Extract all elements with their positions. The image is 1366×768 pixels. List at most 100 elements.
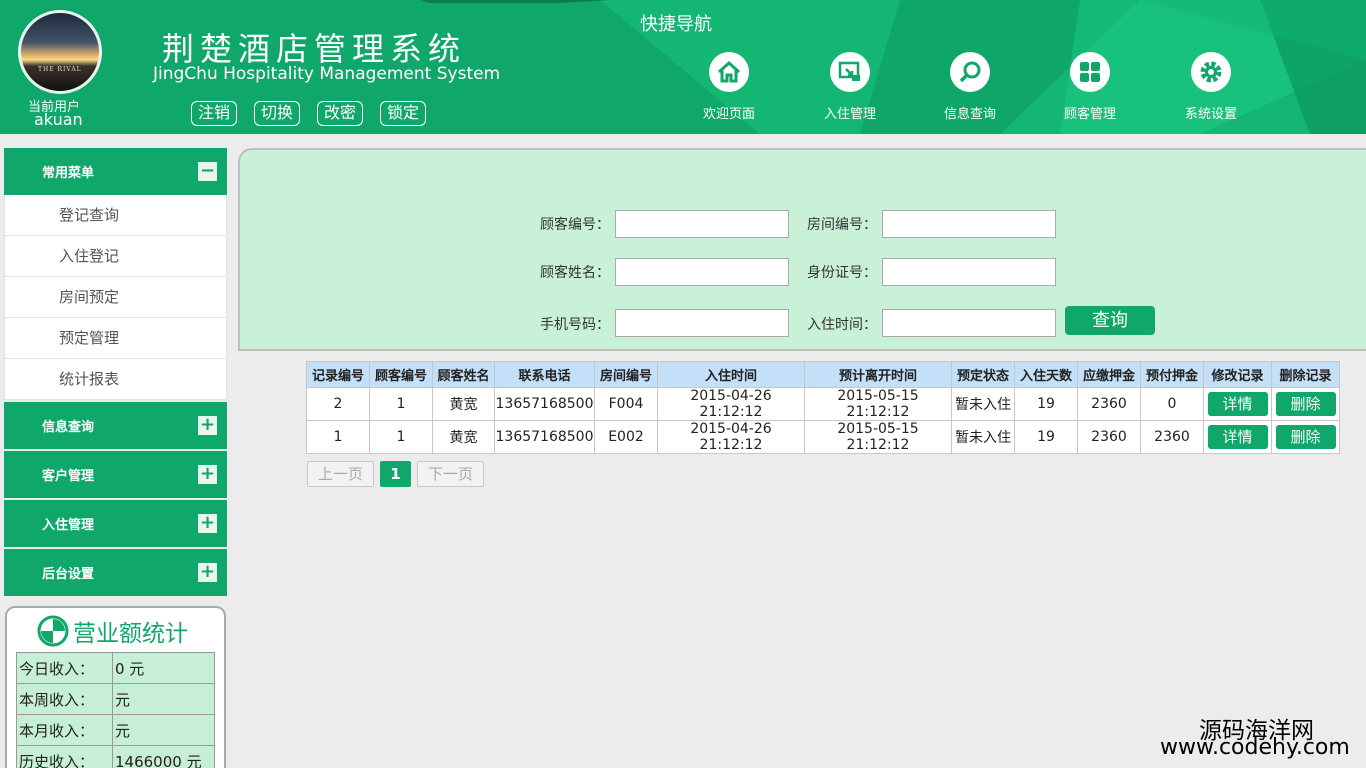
cell-deposit-due: 2360 [1077,420,1141,454]
col-header: 顾客编号 [369,361,433,388]
query-button[interactable]: 查询 [1065,306,1155,335]
col-header: 预定状态 [951,361,1015,388]
pie-chart-icon [37,615,69,647]
col-header: 删除记录 [1271,361,1340,388]
table-header-row: 记录编号 顾客编号 顾客姓名 联系电话 房间编号 入住时间 预计离开时间 预定状… [306,361,1340,388]
delete-button[interactable]: 删除 [1275,392,1336,416]
nav-info-query[interactable]: 信息查询 [930,52,1010,122]
col-header: 联系电话 [494,361,595,388]
cell-customer-name: 黄宽 [432,387,495,421]
stat-key: 本月收入： [16,714,113,746]
prev-page-button[interactable]: 上一页 [307,461,375,487]
nav-customer-mgmt-label: 顾客管理 [1063,107,1116,122]
sidebar-section-common[interactable]: 常用菜单 − [4,148,227,195]
nav-customer-mgmt[interactable]: 顾客管理 [1050,52,1130,122]
revenue-stats-panel: 营业额统计 今日收入： 0 元 本周收入：元 本月收入：元 历史收入： 146600… [5,606,226,768]
expand-icon[interactable]: + [198,465,217,484]
header-actions: 注销 切换 改密 锁定 [191,101,427,126]
cell-status: 暂未入住 [951,420,1015,454]
stat-key: 历史收入： [16,745,113,768]
sidebar-section-title: 入住管理 [42,518,95,533]
cell-room-id: F004 [594,387,658,421]
sidebar-submenu: 登记查询 入住登记 房间预定 预定管理 统计报表 [4,195,227,400]
header: THE RIVAL 当前用户 akuan 荆楚酒店管理系统 JingChu Ho… [0,0,1366,134]
nav-welcome[interactable]: 欢迎页面 [689,52,769,122]
sidebar-section-backend-settings[interactable]: 后台设置 + [4,549,227,596]
table-row: 本周收入：元 [16,683,215,715]
room-id-input[interactable] [882,210,1056,238]
gear-icon [1191,52,1231,92]
col-header: 修改记录 [1203,361,1272,388]
checkin-time-input[interactable] [882,309,1056,337]
cell-checkin-time: 2015-04-26 21:12:12 [657,387,805,421]
cell-customer-id: 1 [369,387,433,421]
checkin-icon [830,52,870,92]
sidebar-section-info-query[interactable]: 信息查询 + [4,402,227,449]
stat-value: 元 [112,683,215,715]
table-row: 今日收入： 0 元 [16,652,215,684]
next-page-button[interactable]: 下一页 [417,461,485,487]
revenue-stats-title-text: 营业额统计 [73,621,188,647]
cell-checkin-time: 2015-04-26 21:12:12 [657,420,805,454]
nav-checkin[interactable]: 入住管理 [810,52,890,122]
cell-room-id: E002 [594,420,658,454]
sidebar-item-reservation-mgmt[interactable]: 预定管理 [4,318,227,359]
expand-icon[interactable]: + [198,514,217,533]
cell-days: 19 [1014,387,1078,421]
logout-button[interactable]: 注销 [191,101,238,126]
customer-id-input[interactable] [615,210,789,238]
col-header: 记录编号 [306,361,370,388]
col-header: 应缴押金 [1077,361,1141,388]
cell-customer-id: 1 [369,420,433,454]
cell-expected-leave: 2015-05-15 21:12:12 [804,420,952,454]
table-row: 本月收入：元 [16,714,215,746]
col-header: 房间编号 [594,361,658,388]
cell-expected-leave: 2015-05-15 21:12:12 [804,387,952,421]
revenue-stats-title: 营业额统计 [37,614,188,648]
cell-delete: 删除 [1271,387,1340,421]
detail-button[interactable]: 详情 [1207,392,1268,416]
expand-icon[interactable]: + [198,563,217,582]
cell-delete: 删除 [1271,420,1340,454]
phone-label: 手机号码： [540,317,610,333]
lock-button[interactable]: 锁定 [380,101,427,126]
sidebar-item-checkin-registration[interactable]: 入住登记 [4,236,227,277]
stat-value: 1466000 元 [112,745,215,768]
sidebar-section-checkin-mgmt[interactable]: 入住管理 + [4,500,227,547]
page-number-current[interactable]: 1 [380,461,412,487]
current-user-name: akuan [34,110,83,129]
cell-deposit-paid: 0 [1140,387,1204,421]
delete-button[interactable]: 删除 [1275,425,1336,449]
detail-button[interactable]: 详情 [1207,425,1268,449]
sidebar-section-customer-mgmt[interactable]: 客户管理 + [4,451,227,498]
table-row: 1 1 黄宽 13657168500 E002 2015-04-26 21:12… [306,420,1340,454]
nav-info-query-label: 信息查询 [943,107,996,122]
records-table: 记录编号 顾客编号 顾客姓名 联系电话 房间编号 入住时间 预计离开时间 预定状… [306,361,1340,454]
cell-deposit-paid: 2360 [1140,420,1204,454]
collapse-icon[interactable]: − [198,162,217,181]
change-password-button[interactable]: 改密 [317,101,364,126]
sidebar-item-statistics[interactable]: 统计报表 [4,359,227,400]
col-header: 入住时间 [657,361,805,388]
expand-icon[interactable]: + [198,416,217,435]
sidebar-section-title: 后台设置 [42,567,95,582]
revenue-stats-table: 今日收入： 0 元 本周收入：元 本月收入：元 历史收入： 1466000 元 [16,652,215,768]
stat-value: 0 元 [112,652,215,684]
sidebar-item-registration-query[interactable]: 登记查询 [4,195,227,236]
nav-system-settings-label: 系统设置 [1184,107,1237,122]
cell-days: 19 [1014,420,1078,454]
sidebar-item-room-reservation[interactable]: 房间预定 [4,277,227,318]
customer-name-input[interactable] [615,258,789,286]
switch-user-button[interactable]: 切换 [254,101,301,126]
phone-input[interactable] [615,309,789,337]
cell-phone: 13657168500 [494,420,595,454]
nav-system-settings[interactable]: 系统设置 [1171,52,1251,122]
col-header: 入住天数 [1014,361,1078,388]
cell-edit: 详情 [1203,387,1272,421]
col-header: 顾客姓名 [432,361,495,388]
avatar-caption: THE RIVAL [38,66,82,73]
quick-nav-title: 快捷导航 [640,14,712,35]
sidebar-section-title: 信息查询 [42,420,95,435]
table-row: 历史收入： 1466000 元 [16,745,215,768]
id-card-input[interactable] [882,258,1056,286]
